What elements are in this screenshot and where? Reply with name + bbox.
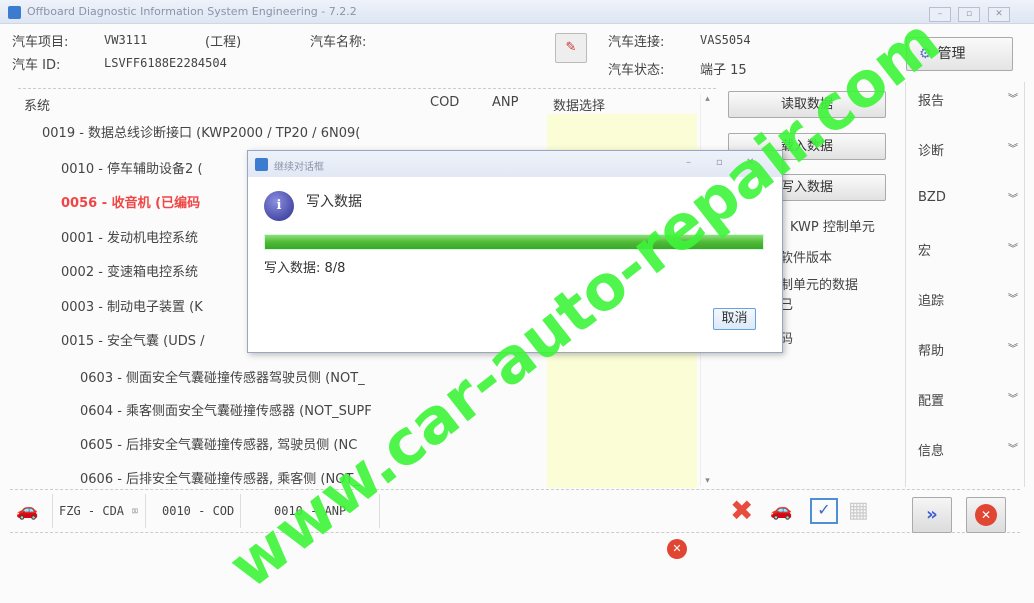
info-line: 软件版本 [780, 251, 833, 266]
project-mode: (工程) [205, 35, 242, 50]
table-row[interactable]: 0002 - 变速箱电控系统 [61, 261, 198, 280]
dialog-heading: 写入数据 [306, 194, 362, 210]
sidebar-item[interactable]: 帮助 ︾ [918, 340, 1018, 359]
sidebar-item[interactable]: 追踪 ︾ [918, 290, 1018, 309]
tab-fzg-cda[interactable]: FZG - CDA ⌧ [52, 494, 146, 528]
connection-value: VAS5054 [700, 33, 751, 47]
col-cod[interactable]: COD [430, 95, 459, 110]
gear-icon: ⚙ [919, 46, 932, 62]
sidebar-item[interactable]: BZD ︾ [918, 190, 1018, 205]
status-value: 端子 15 [700, 63, 747, 78]
chevron-down-icon: ︾ [1008, 394, 1018, 405]
info-line: KWP 控制单元 [790, 220, 875, 235]
tab-anp[interactable]: 0010 - ANP [268, 494, 380, 528]
project-label: 汽车项目: [12, 35, 69, 50]
title-bar: Offboard Diagnostic Information System E… [0, 0, 1034, 24]
tab-label: FZG - CDA [59, 504, 125, 518]
table-row[interactable]: 0003 - 制动电子装置 (K [61, 296, 203, 315]
progress-label: 写入数据: 8/8 [264, 261, 346, 276]
dialog-app-icon [255, 158, 268, 171]
progress-dialog: 继续对话框 – ▫ ✕ i 写入数据 写入数据: 8/8 取消 [247, 150, 783, 353]
table-row[interactable]: 0605 - 后排安全气囊碰撞传感器, 驾驶员侧 (NC [80, 434, 357, 453]
sidebar-item-label: BZD [918, 190, 946, 205]
cancel-button[interactable]: 取消 [713, 308, 756, 330]
chevron-down-icon: ︾ [1008, 94, 1018, 105]
tab-close-icon[interactable]: ⌧ [131, 504, 138, 518]
chevron-down-icon: ︾ [1008, 344, 1018, 355]
id-value: LSVFF6188E2284504 [104, 56, 227, 70]
connection-label: 汽车连接: [608, 35, 665, 50]
name-label: 汽车名称: [310, 35, 367, 50]
app-icon [8, 6, 21, 19]
dialog-title-bar: 继续对话框 – ▫ ✕ [248, 151, 782, 177]
sidebar-item-label: 诊断 [918, 144, 945, 159]
status-label: 汽车状态: [608, 63, 665, 78]
dialog-close-button[interactable]: ✕ [746, 157, 754, 168]
progress-fill [265, 235, 763, 249]
vehicle-icon[interactable]: 🚗 [770, 500, 792, 521]
delete-icon[interactable]: ✖ [730, 494, 753, 527]
sidebar-item-label: 报告 [918, 94, 945, 109]
dialog-maximize-button[interactable]: ▫ [716, 157, 723, 168]
sidebar-item-label: 宏 [918, 244, 932, 259]
manage-label: 管理 [937, 46, 966, 62]
forward-button[interactable]: » [912, 497, 952, 533]
col-data-select[interactable]: 数据选择 [553, 95, 605, 114]
table-row[interactable]: 0010 - 停车辅助设备2 ( [61, 158, 203, 177]
calendar-check-icon[interactable]: ✓ [810, 498, 838, 524]
info-icon: i [264, 191, 294, 221]
project-value: VW3111 [104, 33, 148, 47]
table-row[interactable]: 0056 - 收音机 (已编码 [61, 192, 200, 211]
window-title: Offboard Diagnostic Information System E… [27, 5, 357, 18]
sidebar-item[interactable]: 报告 ︾ [918, 90, 1018, 109]
chevron-down-icon: ︾ [1008, 294, 1018, 305]
info-line: 制单元的数据 [780, 278, 859, 293]
table-row[interactable]: 0015 - 安全气囊 (UDS / [61, 330, 205, 349]
sidebar-item[interactable]: 信息 ︾ [918, 440, 1018, 459]
bottom-tab-bar: 🚗 FZG - CDA ⌧ 0010 - COD 0010 - ANP ✖ 🚗 … [10, 489, 1020, 533]
table-row[interactable]: 0019 - 数据总线诊断接口 (KWP2000 / TP20 / 6N09( [42, 122, 360, 141]
chevron-down-icon: ︾ [1008, 244, 1018, 255]
dialog-minimize-button[interactable]: – [686, 157, 691, 168]
sidebar-item[interactable]: 诊断 ︾ [918, 140, 1018, 159]
table-row[interactable]: 0606 - 后排安全气囊碰撞传感器, 乘客侧 (NOT_ [80, 468, 360, 487]
close-button[interactable]: ✕ [988, 7, 1010, 22]
exit-button[interactable]: ✕ [966, 497, 1006, 533]
col-system[interactable]: 系统 [24, 95, 50, 114]
maximize-button[interactable]: ▫ [958, 7, 980, 22]
col-anp[interactable]: ANP [492, 95, 518, 110]
sidebar-item-label: 配置 [918, 394, 945, 409]
car-icon: 🚗 [16, 500, 39, 521]
sidebar: 报告 ︾ 诊断 ︾ BZD ︾ 宏 ︾ 追踪 ︾ 帮助 ︾ 配置 ︾ 信息 ︾ [905, 82, 1025, 487]
manage-button[interactable]: ⚙ 管理 [906, 37, 1013, 71]
sidebar-item-label: 追踪 [918, 294, 945, 309]
error-status-icon[interactable]: ✕ [667, 539, 687, 559]
read-data-button[interactable]: 读取数据 [728, 91, 886, 118]
edit-icon: ✎ [565, 40, 577, 55]
minimize-button[interactable]: – [929, 7, 951, 22]
table-row[interactable]: 0001 - 发动机电控系统 [61, 227, 198, 246]
table-row[interactable]: 0604 - 乘客侧面安全气囊碰撞传感器 (NOT_SUPF [80, 400, 372, 419]
sidebar-item[interactable]: 宏 ︾ [918, 240, 1018, 259]
id-label: 汽车 ID: [12, 58, 61, 73]
tab-cod[interactable]: 0010 - COD [156, 494, 242, 528]
chevron-down-icon: ︾ [1008, 444, 1018, 455]
grid-icon[interactable]: ▦ [848, 498, 869, 523]
chevron-down-icon: ︾ [1008, 144, 1018, 155]
progress-bar [264, 234, 764, 250]
chevron-down-icon: ︾ [1008, 194, 1018, 205]
close-circle-icon: ✕ [975, 504, 997, 526]
dialog-title: 继续对话框 [274, 162, 324, 173]
sidebar-item-label: 帮助 [918, 344, 945, 359]
sidebar-item[interactable]: 配置 ︾ [918, 390, 1018, 409]
table-row[interactable]: 0603 - 侧面安全气囊碰撞传感器驾驶员侧 (NOT_ [80, 367, 365, 386]
sidebar-item-label: 信息 [918, 444, 945, 459]
double-chevron-right-icon: » [926, 504, 938, 525]
edit-vehicle-button[interactable]: ✎ [555, 33, 587, 63]
